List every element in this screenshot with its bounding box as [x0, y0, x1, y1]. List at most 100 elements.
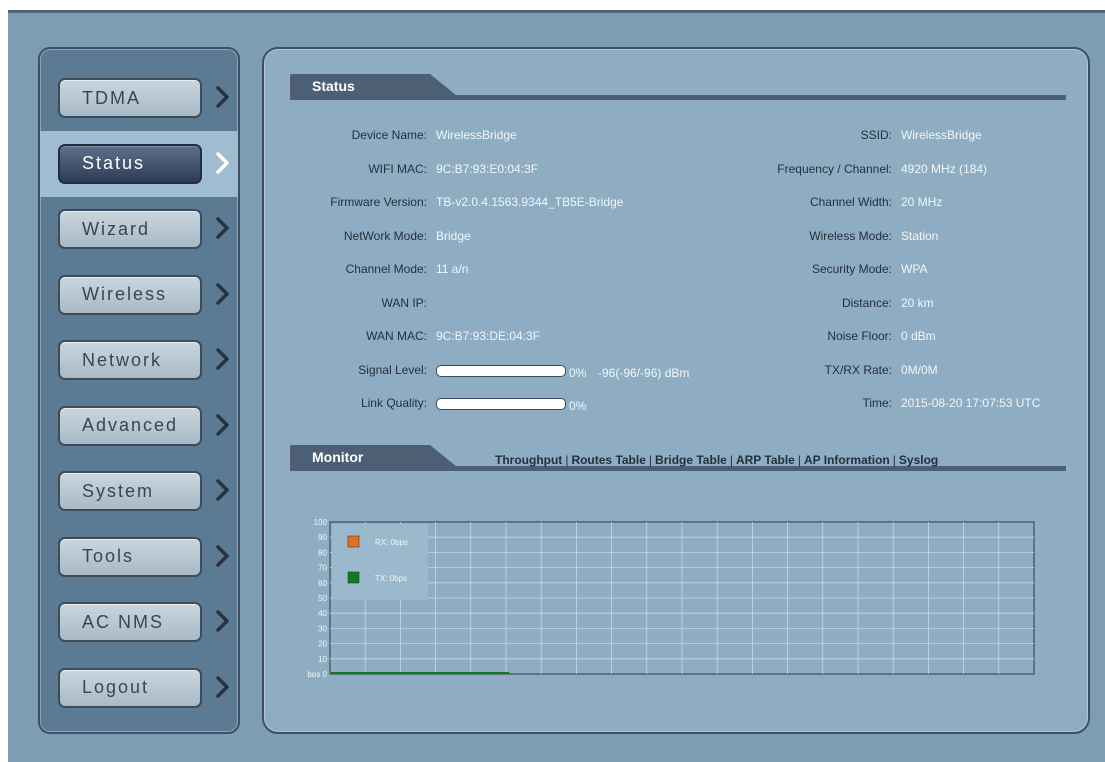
legend-label-rx: RX: 0bps [375, 538, 408, 547]
y-tick-label: 100 [314, 518, 328, 527]
sidebar-button-tdma[interactable]: TDMA [58, 78, 202, 118]
field-value-device-name: WirelessBridge [436, 128, 517, 142]
series-point-tx [436, 671, 439, 675]
tab-bridge-table[interactable]: Bridge Table [655, 453, 727, 467]
field-label-firmware-version: Firmware Version: [330, 195, 427, 209]
sidebar-item-wireless[interactable]: Wireless [40, 262, 238, 328]
sidebar-item-label: Wizard [82, 218, 151, 239]
status-title: Status [312, 78, 355, 94]
signal-dbm: -96(-96/-96) dBm [598, 365, 690, 380]
sidebar-item-label: Tools [82, 546, 135, 566]
status-header-line [290, 95, 1066, 100]
y-tick-label: 50 [318, 594, 327, 603]
series-point-tx [366, 671, 369, 675]
field-label-security-mode: Security Mode: [811, 262, 892, 276]
sidebar-button-network[interactable]: Network [58, 340, 202, 380]
field-value-frequency-channel: 4920 MHz (184) [901, 161, 988, 176]
legend-swatch-rx [347, 535, 360, 548]
y-tick-label: 90 [318, 533, 327, 542]
throughput-chart: 100 90 80 70 60 50 40 30 20 10 bps 0 RX: 0bps TX: 0b… [307, 518, 1035, 677]
link-separator: | [648, 453, 653, 467]
link-separator: | [797, 453, 801, 467]
link-separator: | [729, 453, 733, 467]
y-tick-label: bps 0 [307, 670, 327, 677]
sidebar-item-logout[interactable]: Logout [40, 655, 238, 721]
field-label-noise-floor: Noise Floor: [827, 329, 892, 343]
chevron-right-icon [216, 610, 229, 632]
y-tick-label: 80 [318, 548, 327, 557]
field-label-ssid: SSID: [860, 128, 892, 142]
field-label-frequency-channel: Frequency / Channel: [777, 161, 892, 176]
signal-bar [436, 364, 566, 377]
sidebar-item-wizard[interactable]: Wizard [40, 196, 238, 262]
sidebar-item-label: TDMA [82, 87, 141, 108]
sidebar: TDMA Status Wizard Wireless Network Advanced S… [38, 47, 240, 734]
chevron-right-icon [216, 675, 229, 698]
monitor-title: Monitor [312, 449, 364, 465]
tab-syslog[interactable]: Syslog [899, 453, 938, 467]
sidebar-button-status[interactable]: Status [58, 143, 202, 184]
y-tick-label: 30 [318, 624, 327, 633]
y-tick-label: 40 [318, 609, 327, 618]
y-tick-label: 70 [318, 564, 327, 573]
chevron-right-icon [216, 413, 229, 436]
sidebar-item-tdma[interactable]: TDMA [40, 65, 238, 131]
series-point-tx [401, 671, 404, 675]
series-point-tx [330, 671, 334, 675]
field-label-channel-width: Channel Width: [809, 195, 892, 209]
chevron-right-icon [216, 282, 229, 305]
sidebar-button-wireless[interactable]: Wireless [58, 274, 202, 315]
field-value-wan-mac: 9C:B7:93:DE:04:3F [436, 329, 541, 343]
sidebar-button-advanced[interactable]: Advanced [58, 405, 202, 446]
link-separator: | [892, 453, 896, 467]
field-value-firmware-version: TB-v2.0.4.1563.9344_TB5E-Bridge [436, 195, 624, 209]
sidebar-button-logout[interactable]: Logout [58, 667, 202, 708]
chevron-right-icon [216, 217, 229, 239]
sidebar-button-tools[interactable]: Tools [58, 536, 202, 577]
tab-throughput[interactable]: Throughput [495, 453, 562, 467]
field-value-wireless-mode: Station [901, 228, 939, 243]
field-value-distance: 20 km [901, 295, 934, 310]
tab-routes-table[interactable]: Routes Table [571, 453, 645, 467]
sidebar-item-system[interactable]: System [40, 458, 238, 524]
field-value-tx-rx-rate: 0M/0M [901, 362, 938, 377]
chevron-right-icon [216, 151, 229, 174]
chart-legend-box [332, 524, 428, 600]
link-label: Link Quality: [360, 396, 427, 410]
field-label-distance: Distance: [841, 295, 892, 310]
field-value-channel-width: 20 MHz [901, 195, 943, 209]
chevron-right-icon [216, 479, 229, 501]
field-value-wifi-mac: 9C:B7:93:E0:04:3F [436, 161, 539, 176]
field-value-security-mode: WPA [901, 262, 928, 276]
sidebar-item-advanced[interactable]: Advanced [40, 393, 238, 459]
sidebar-item-label: Advanced [82, 415, 179, 435]
field-value-channel-mode: 11 a/n [436, 262, 469, 276]
sidebar-button-system[interactable]: System [58, 471, 202, 511]
sidebar-item-tools[interactable]: Tools [40, 524, 238, 590]
field-label-wireless-mode: Wireless Mode: [809, 228, 892, 243]
legend-label-tx: TX: 0bps [375, 574, 407, 583]
tab-arp-table[interactable]: ARP Table [736, 453, 795, 467]
y-tick-label: 10 [318, 655, 327, 664]
series-point-tx [471, 671, 474, 675]
tab-ap-information[interactable]: AP Information [804, 453, 890, 467]
sidebar-item-network[interactable]: Network [40, 327, 238, 393]
link-bar [436, 398, 566, 410]
y-tick-label: 60 [318, 579, 327, 588]
sidebar-button-wizard[interactable]: Wizard [58, 209, 202, 249]
sidebar-item-label: Status [82, 153, 146, 173]
series-point-tx [506, 671, 510, 675]
sidebar-item-ac-nms[interactable]: AC NMS [40, 589, 238, 655]
field-value-ssid: WirelessBridge [901, 128, 982, 142]
sidebar-item-label: Logout [82, 677, 150, 697]
field-value-network-mode: Bridge [436, 228, 471, 243]
signal-percent: 0% [569, 365, 587, 380]
sidebar-item-label: System [82, 480, 155, 501]
field-label-network-mode: NetWork Mode: [343, 228, 427, 243]
sidebar-item-status[interactable]: Status [40, 130, 238, 197]
field-label-wifi-mac: WIFI MAC: [368, 161, 427, 176]
monitor-tab-bar: Throughput | Routes Table | Bridge Table | ARP… [495, 451, 938, 469]
sidebar-button-ac-nms[interactable]: AC NMS [58, 602, 202, 642]
field-label-channel-mode: Channel Mode: [345, 262, 427, 276]
y-tick-label: 20 [318, 640, 327, 649]
